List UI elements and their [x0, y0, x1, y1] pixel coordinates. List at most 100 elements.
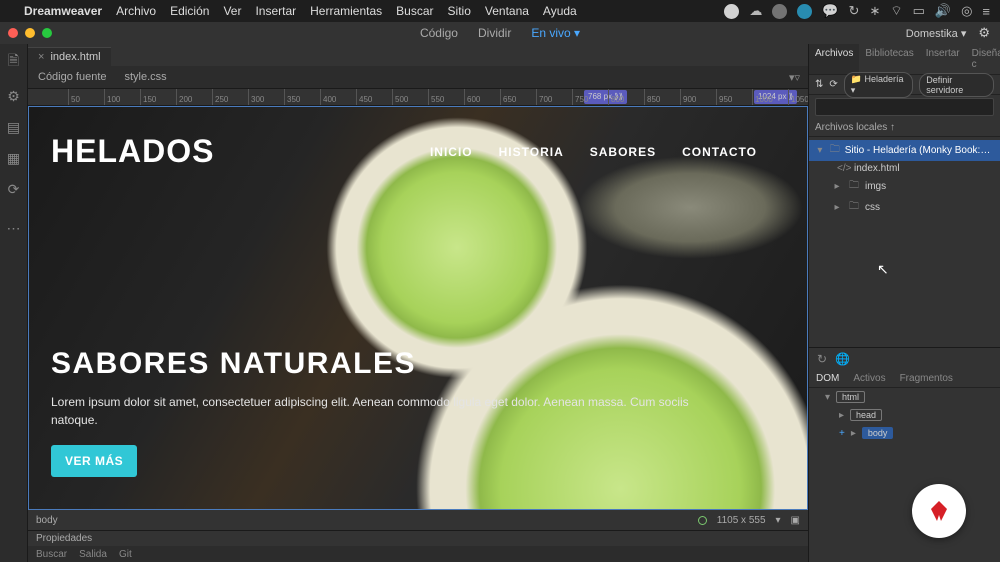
- nav-contacto[interactable]: CONTACTO: [682, 145, 757, 159]
- settings-icon[interactable]: ⚙: [978, 25, 990, 41]
- chevron-right-icon: ▸: [831, 181, 843, 192]
- define-server-button[interactable]: Definir servidore: [919, 73, 994, 97]
- close-tab-icon[interactable]: ×: [38, 51, 44, 63]
- more-icon[interactable]: ⋯: [7, 220, 21, 237]
- insert-icon[interactable]: ▦: [7, 150, 20, 167]
- related-files-bar: Código fuente style.css ▾▿: [28, 66, 808, 88]
- nav-sabores[interactable]: SABORES: [590, 145, 656, 159]
- volume-icon[interactable]: 🔊: [935, 3, 951, 19]
- ruler-tick: 250: [212, 89, 228, 106]
- dom-node-html[interactable]: html: [836, 391, 865, 403]
- tag-body[interactable]: body: [36, 515, 58, 526]
- hero-body: Lorem ipsum dolor sit amet, consectetuer…: [51, 393, 691, 429]
- menu-archivo[interactable]: Archivo: [116, 4, 156, 18]
- domestika-badge[interactable]: [912, 484, 966, 538]
- workspace-switcher[interactable]: Domestika ▾: [906, 27, 967, 40]
- ruler-tick: 150: [140, 89, 156, 106]
- viewport-size[interactable]: 1105 x 555: [717, 515, 766, 526]
- local-files-header[interactable]: Archivos locales ↑: [809, 119, 1000, 137]
- history-icon[interactable]: ↻: [849, 3, 860, 19]
- cloud-icon[interactable]: ☁: [749, 3, 762, 19]
- settings-icon[interactable]: ⚙: [7, 88, 20, 105]
- ruler-tick: 700: [536, 89, 552, 106]
- site-logo: HELADOS: [51, 133, 214, 170]
- tree-folder-css[interactable]: ▸ 🗀 css: [809, 197, 1000, 218]
- ruler-tick: 1050: [788, 89, 808, 106]
- tab-git[interactable]: Git: [119, 549, 132, 560]
- menu-ventana[interactable]: Ventana: [485, 4, 529, 18]
- app-name[interactable]: Dreamweaver: [24, 4, 102, 18]
- assets-icon[interactable]: ▤: [7, 119, 20, 136]
- ruler[interactable]: 768 px ⟫⟫ 1024 px ⟫ 50100150200250300350…: [28, 88, 808, 106]
- tab-buscar[interactable]: Buscar: [36, 549, 67, 560]
- tray-icon[interactable]: [797, 4, 812, 19]
- tab-dom[interactable]: DOM: [809, 370, 846, 387]
- properties-panel-header[interactable]: Propiedades: [28, 530, 808, 546]
- tab-archivos[interactable]: Archivos: [809, 44, 859, 74]
- tab-bibliotecas[interactable]: Bibliotecas: [859, 44, 919, 74]
- ruler-tick: 900: [680, 89, 696, 106]
- related-css[interactable]: style.css: [125, 71, 167, 83]
- view-code-button[interactable]: Código: [420, 26, 458, 40]
- ftp-icon[interactable]: ⇅: [815, 79, 823, 90]
- cta-button[interactable]: VER MÁS: [51, 445, 137, 477]
- file-tab-index[interactable]: × index.html: [28, 47, 111, 66]
- sync-icon[interactable]: ⟳: [8, 181, 20, 198]
- close-window-icon[interactable]: [8, 28, 18, 38]
- wifi-icon[interactable]: ⌔: [890, 3, 902, 19]
- nav-historia[interactable]: HISTORIA: [499, 145, 564, 159]
- editor-area: × index.html Código fuente style.css ▾▿ …: [28, 44, 808, 562]
- site-dropdown[interactable]: 📁 Heladería ▾: [844, 72, 913, 98]
- refresh-icon[interactable]: ↻: [817, 352, 827, 366]
- right-panel: Archivos Bibliotecas Insertar Diseñador …: [808, 44, 1000, 562]
- dom-node-body[interactable]: body: [862, 427, 894, 439]
- html-file-icon: </>: [837, 163, 849, 174]
- tab-disenador[interactable]: Diseñador c: [966, 44, 1000, 74]
- chat-icon[interactable]: 💬: [822, 3, 838, 19]
- tab-salida[interactable]: Salida: [79, 549, 107, 560]
- menu-edicion[interactable]: Edición: [170, 4, 209, 18]
- related-source[interactable]: Código fuente: [38, 71, 107, 83]
- display-icon[interactable]: ▭: [913, 3, 925, 19]
- tag-selector-bar: body 1105 x 555 ▾ ▣: [28, 510, 808, 530]
- globe-icon[interactable]: 🌐: [835, 352, 850, 366]
- view-live-button[interactable]: En vivo ▾: [531, 26, 580, 40]
- tree-folder-imgs[interactable]: ▸ 🗀 imgs: [809, 176, 1000, 197]
- sync-icon[interactable]: ⟳: [829, 79, 837, 90]
- chevron-right-icon[interactable]: ▸: [839, 410, 844, 421]
- menu-herramientas[interactable]: Herramientas: [310, 4, 382, 18]
- chevron-down-icon[interactable]: ▾: [825, 392, 830, 403]
- filter-icon[interactable]: ▾▿: [789, 71, 800, 84]
- chevron-down-icon: ▾: [815, 145, 825, 156]
- ruler-tick: 750: [572, 89, 588, 106]
- filter-input[interactable]: [815, 98, 994, 116]
- file-icon[interactable]: 🗎: [8, 50, 19, 74]
- menu-sitio[interactable]: Sitio: [448, 4, 471, 18]
- menu-ayuda[interactable]: Ayuda: [543, 4, 577, 18]
- minimize-window-icon[interactable]: [25, 28, 35, 38]
- menu-icon[interactable]: ≡: [982, 4, 990, 19]
- tab-insertar[interactable]: Insertar: [920, 44, 966, 74]
- chevron-down-icon[interactable]: ▾: [776, 515, 781, 526]
- input-icon[interactable]: ◎: [961, 3, 972, 19]
- tray-icon[interactable]: [724, 4, 739, 19]
- ruler-tick: 350: [284, 89, 300, 106]
- nav-inicio[interactable]: INICIO: [430, 145, 473, 159]
- tree-site-root[interactable]: ▾ 🗀 Sitio - Heladería (Monky Book:Users:…: [809, 140, 1000, 161]
- bluetooth-icon[interactable]: ∗: [869, 3, 880, 19]
- tab-activos[interactable]: Activos: [846, 370, 892, 387]
- view-split-button[interactable]: Dividir: [478, 26, 511, 40]
- add-node-icon[interactable]: +: [839, 428, 845, 439]
- device-preview-icon[interactable]: ▣: [791, 515, 800, 526]
- menu-insertar[interactable]: Insertar: [255, 4, 296, 18]
- folder-icon: 🗀: [830, 142, 840, 159]
- tray-icon[interactable]: [772, 4, 787, 19]
- dom-node-head[interactable]: head: [850, 409, 882, 421]
- menu-buscar[interactable]: Buscar: [396, 4, 433, 18]
- tab-fragmentos[interactable]: Fragmentos: [893, 370, 960, 387]
- tree-file-index[interactable]: </> index.html: [809, 161, 1000, 176]
- live-preview[interactable]: HELADOS INICIO HISTORIA SABORES CONTACTO…: [28, 106, 808, 510]
- menu-ver[interactable]: Ver: [223, 4, 241, 18]
- chevron-right-icon[interactable]: ▸: [851, 428, 856, 439]
- maximize-window-icon[interactable]: [42, 28, 52, 38]
